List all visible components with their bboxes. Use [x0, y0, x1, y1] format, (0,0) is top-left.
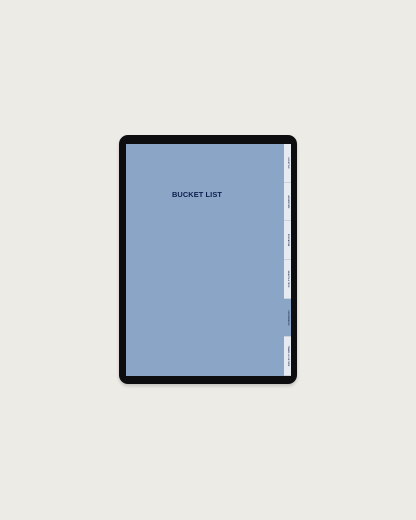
tab-adventure[interactable]: ADVENTURE: [284, 182, 291, 222]
planner-page: BUCKET LIST LIFESTYLE ADVENTURE EDUCATIO…: [126, 144, 291, 376]
page-title: BUCKET LIST: [172, 190, 222, 199]
tab-label: TRAVEL & CULTURE: [286, 345, 289, 367]
tab-label: LIFESTYLE: [286, 157, 289, 169]
tab-health-tech[interactable]: HEALTH & TECH: [284, 260, 291, 299]
tab-travel-culture[interactable]: TRAVEL & CULTURE: [284, 337, 291, 376]
section-tab-bar: LIFESTYLE ADVENTURE EDUCATION HEALTH & T…: [284, 144, 291, 376]
tab-label: EXPERIENCES: [286, 310, 289, 325]
tab-lifestyle[interactable]: LIFESTYLE: [284, 144, 291, 183]
tab-experiences[interactable]: EXPERIENCES: [284, 298, 291, 338]
tab-education[interactable]: EDUCATION: [284, 221, 291, 261]
mockup-stage: BUCKET LIST LIFESTYLE ADVENTURE EDUCATIO…: [0, 0, 416, 520]
tab-label: EDUCATION: [286, 234, 289, 247]
tab-label: ADVENTURE: [286, 195, 289, 208]
tab-label: HEALTH & TECH: [286, 270, 289, 288]
